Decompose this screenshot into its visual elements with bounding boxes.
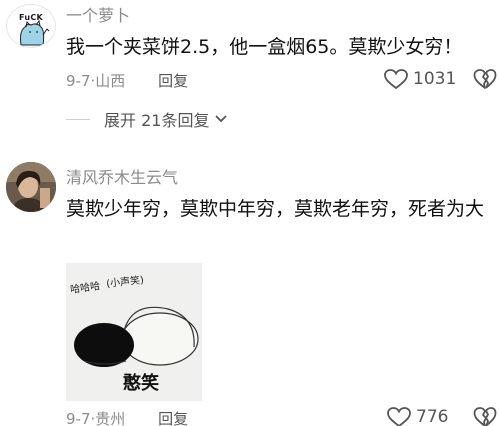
broken-heart-icon	[473, 407, 497, 426]
divider-line	[66, 118, 90, 120]
like-count: 776	[416, 407, 449, 426]
heart-icon	[387, 407, 411, 426]
portrait-photo	[6, 162, 56, 212]
comment-meta: 9-7·贵州 回复	[66, 408, 188, 426]
expand-replies-button[interactable]: 展开 21条回复	[66, 107, 227, 131]
comment-list: FuCK 一个萝卜 我一个夹菜饼2.5，他一盒烟65。莫欺少女穷！ 9-7·山西…	[0, 0, 499, 426]
reply-button[interactable]: 回复	[158, 408, 188, 426]
like-button[interactable]: 1031	[383, 68, 456, 90]
comment-location: 山西	[95, 72, 126, 90]
cat-sketch-icon	[20, 19, 50, 46]
reply-button[interactable]: 回复	[158, 70, 188, 91]
comment-username[interactable]: 一个萝卜	[66, 2, 130, 26]
comment-location: 贵州	[95, 410, 126, 426]
dislike-button[interactable]	[473, 406, 497, 426]
like-button[interactable]: 776	[386, 406, 448, 426]
avatar[interactable]	[6, 162, 56, 212]
sticker-caption: 憨笑	[123, 373, 159, 394]
comment-text: 莫欺少年穷，莫欺中年穷，莫欺老年穷，死者为大	[66, 198, 485, 220]
chevron-down-icon	[216, 115, 227, 122]
comment-text: 我一个夹菜饼2.5，他一盒烟65。莫欺少女穷！	[66, 36, 463, 58]
expand-replies-label: 展开 21条回复	[104, 111, 210, 130]
comment-date: 9-7	[66, 72, 91, 90]
broken-heart-icon	[473, 69, 497, 89]
sticker-image[interactable]: 哈哈哈 (小声笑) 憨笑	[66, 263, 202, 401]
comment-meta: 9-7·山西 回复	[66, 70, 188, 91]
like-count: 1031	[413, 69, 457, 89]
dislike-button[interactable]	[473, 68, 497, 94]
heart-icon	[384, 69, 408, 90]
comment-date: 9-7	[66, 410, 91, 426]
avatar[interactable]: FuCK	[6, 4, 56, 48]
comment-username[interactable]: 清风乔木生云气	[66, 164, 178, 188]
